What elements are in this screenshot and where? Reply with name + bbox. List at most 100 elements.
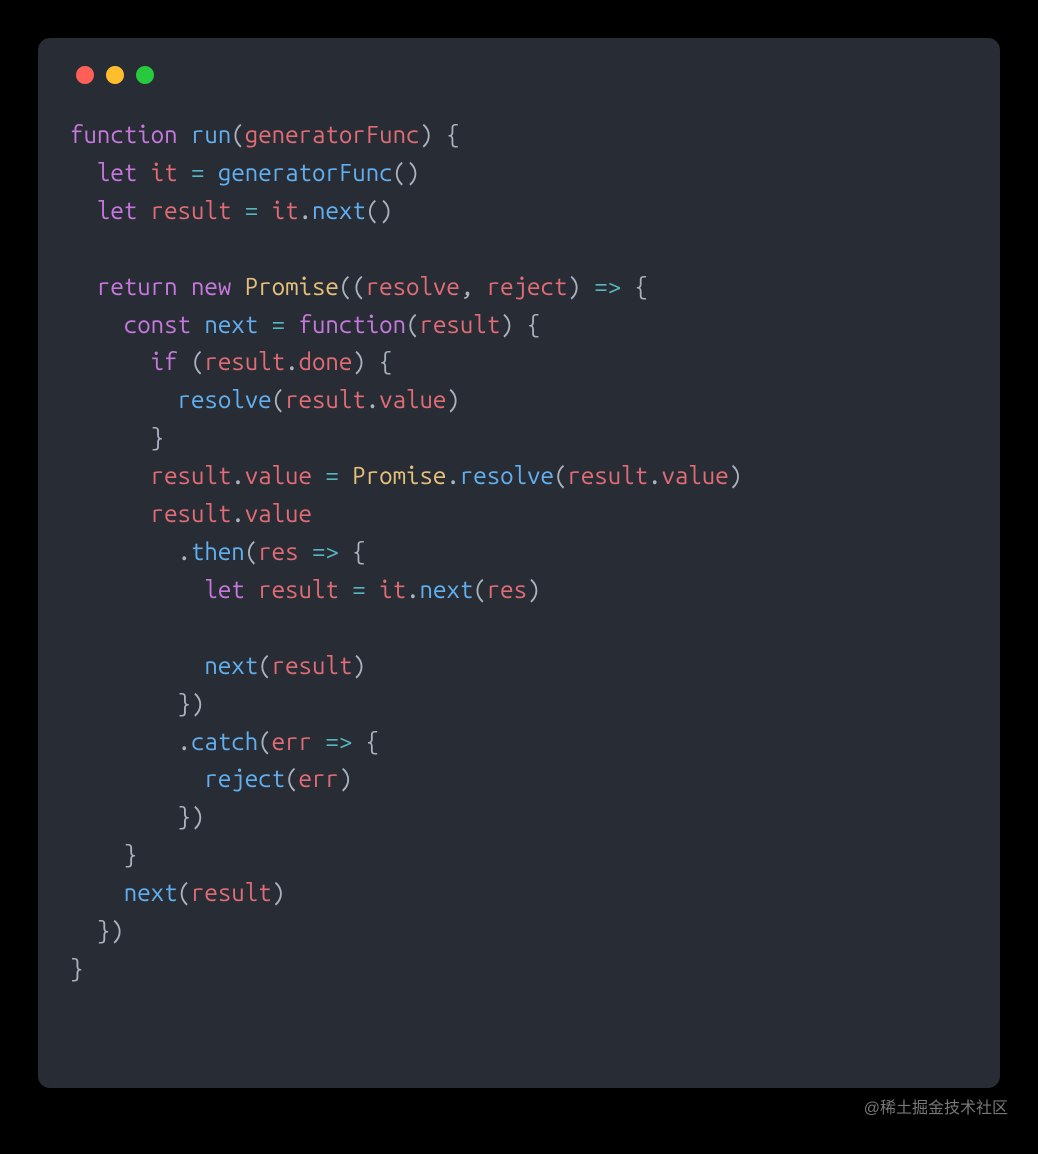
code-token: value [245,500,312,527]
code-token: generatorFunc [245,121,420,148]
code-token: . [231,462,244,489]
code-token: => [594,273,621,300]
code-token: it [379,576,406,603]
code-line: let result = it.next(res) [70,571,968,609]
code-token: } [124,841,137,868]
code-token: return [97,273,191,300]
code-token: result [151,500,232,527]
code-line: if (result.done) { [70,343,968,381]
code-token [285,311,298,338]
code-line: function run(generatorFunc) { [70,116,968,154]
code-token: }) [97,917,124,944]
code-token: () [393,159,420,186]
code-token: ( [191,348,204,375]
code-line [70,609,968,647]
code-line: let it = generatorFunc() [70,154,968,192]
close-icon[interactable] [76,66,94,84]
code-token: resolve [366,273,460,300]
code-token: ) [729,462,742,489]
code-token: reject [487,273,568,300]
code-line: } [70,836,968,874]
code-token [231,197,244,224]
code-token: next [204,311,258,338]
code-token: if [151,348,191,375]
code-token: (( [339,273,366,300]
code-token: . [178,538,191,565]
code-line: let result = it.next() [70,192,968,230]
code-token: ( [406,311,419,338]
code-token: run [191,121,231,148]
code-token: ) [339,765,352,792]
code-token: }) [178,690,205,717]
code-token: ( [231,121,244,148]
code-token: . [366,386,379,413]
code-token [204,159,217,186]
code-token: result [191,879,272,906]
code-line [70,230,968,268]
code-token: { [621,273,648,300]
code-line: } [70,419,968,457]
code-token: result [272,652,353,679]
code-line: }) [70,912,968,950]
code-token: . [648,462,661,489]
code-token: ) [446,386,459,413]
code-token: catch [191,728,258,755]
code-line: resolve(result.value) [70,381,968,419]
code-token: => [312,538,339,565]
code-token: done [299,348,353,375]
code-token: next [312,197,366,224]
code-line: }) [70,685,968,723]
code-token [339,576,352,603]
code-token [339,462,352,489]
code-token: => [325,728,352,755]
code-token: let [204,576,258,603]
code-token: { [352,728,379,755]
code-token: = [352,576,365,603]
code-token: reject [204,765,285,792]
code-token: resolve [178,386,272,413]
watermark-text: @稀土掘金技术社区 [864,1094,1008,1118]
code-line: result.value = Promise.resolve(result.va… [70,457,968,495]
code-token: Promise [245,273,339,300]
code-token: next [420,576,474,603]
code-token: } [70,955,83,982]
code-token [258,197,271,224]
code-token: ) { [352,348,392,375]
code-token: . [178,728,191,755]
code-token: ( [258,728,271,755]
maximize-icon[interactable] [136,66,154,84]
code-token: value [379,386,446,413]
code-token: }) [178,803,205,830]
code-token: result [258,576,339,603]
code-token: = [245,197,258,224]
code-token: next [204,652,258,679]
code-token: . [406,576,419,603]
code-token: result [420,311,501,338]
code-token: = [325,462,338,489]
code-token: next [124,879,178,906]
code-line: return new Promise((resolve, reject) => … [70,268,968,306]
code-token: { [339,538,366,565]
code-window: function run(generatorFunc) { let it = g… [38,38,1000,1088]
code-token: resolve [460,462,554,489]
code-token [299,538,312,565]
code-token: ( [178,879,191,906]
code-token: result [285,386,366,413]
code-token: const [124,311,205,338]
minimize-icon[interactable] [106,66,124,84]
code-token: } [151,424,164,451]
code-line: .then(res => { [70,533,968,571]
code-token: it [151,159,178,186]
code-token: = [272,311,285,338]
code-token: let [97,197,151,224]
code-token [312,728,325,755]
code-token: err [272,728,312,755]
code-token: ) [272,879,285,906]
code-token: . [285,348,298,375]
code-token: err [299,765,339,792]
code-token: new [191,273,245,300]
code-line: reject(err) [70,760,968,798]
code-token: ( [258,652,271,679]
code-token [312,462,325,489]
code-token [366,576,379,603]
